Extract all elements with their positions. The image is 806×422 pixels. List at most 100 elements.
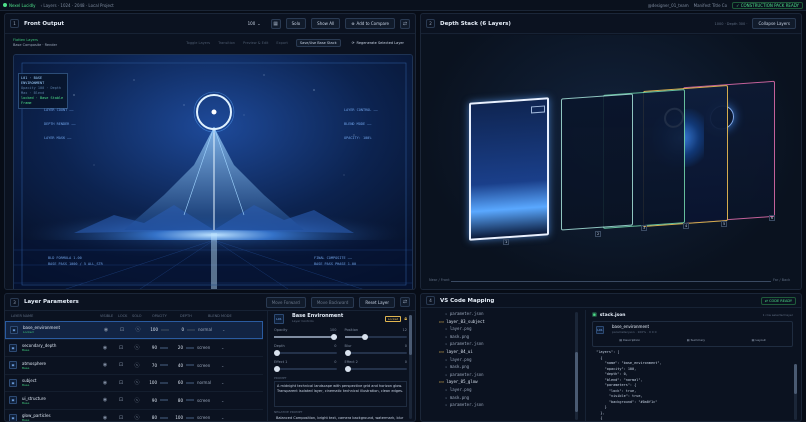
visible-eye-icon[interactable]: ◉ — [98, 327, 114, 333]
depth-viewport[interactable]: 1 2 3 4 5 6 Near / Front Far / Back — [421, 35, 801, 289]
solo-icon[interactable]: ⓢ — [129, 344, 145, 351]
mode-label[interactable]: Manifest Title Co — [694, 3, 727, 8]
action-description[interactable]: ▤ Description — [619, 338, 640, 342]
lock-icon[interactable]: ⊡ — [113, 362, 129, 368]
opacity-value[interactable]: 90 — [145, 398, 157, 403]
blend-mode-select[interactable]: screen — [197, 345, 221, 350]
position-slider[interactable] — [344, 334, 407, 340]
toolbar-item-4[interactable]: Export — [276, 41, 287, 45]
visible-eye-icon[interactable]: ◉ — [97, 345, 113, 351]
depth-value[interactable]: 100 — [171, 415, 183, 420]
render-preview[interactable]: L01 · BASE ENVIRONMENT Opacity 100 · Dept… — [13, 54, 413, 289]
depth-value[interactable]: 80 — [171, 398, 183, 403]
solo-icon[interactable]: ⓢ — [129, 397, 145, 404]
tree-file[interactable]: ▫ parameter.json — [445, 371, 579, 379]
detail-scrollbar[interactable] — [409, 315, 412, 419]
move-forward-button[interactable]: Move Forward — [265, 296, 306, 308]
tree-folder[interactable]: ▸▭ layer_03_subject — [439, 318, 579, 326]
visible-eye-icon[interactable]: ◉ — [97, 415, 113, 421]
blend-mode-select[interactable]: screen — [197, 398, 221, 403]
negative-prompt-text[interactable]: Balanced Composition, bright text, camer… — [274, 414, 407, 421]
depth-value[interactable]: 60 — [171, 380, 183, 385]
solo-icon[interactable]: ⓢ — [129, 414, 145, 421]
visible-eye-icon[interactable]: ◉ — [97, 397, 113, 403]
chevron-down-icon[interactable]: ⌄ — [222, 327, 225, 332]
opacity-value[interactable]: 90 — [145, 345, 157, 350]
depth-slider[interactable] — [274, 350, 337, 356]
tree-file[interactable]: ▫ parameter.json — [445, 401, 579, 409]
tree-file[interactable]: ▫ mask.png — [445, 363, 579, 371]
chevron-down-icon[interactable]: ⌄ — [221, 380, 224, 385]
toolbar-item-3[interactable]: Preview & Edit — [243, 41, 268, 45]
chevron-down-icon[interactable]: ⌄ — [221, 415, 224, 420]
json-code[interactable]: "layers": [ { "name": "base_environment"… — [592, 350, 793, 421]
toolbar-item-2[interactable]: Transition — [218, 41, 235, 45]
opacity-slider[interactable] — [274, 334, 337, 340]
tree-folder[interactable]: ▸▭ layer_05_glow — [439, 378, 579, 386]
effect-1-slider[interactable] — [274, 366, 337, 372]
effect-2-slider[interactable] — [344, 366, 407, 372]
tree-file[interactable]: ▫ parameter.json — [445, 340, 579, 348]
visible-eye-icon[interactable]: ◉ — [97, 380, 113, 386]
solo-icon[interactable]: ⓢ — [129, 362, 145, 369]
chevron-down-icon[interactable]: ⌄ — [221, 363, 224, 368]
lock-icon[interactable]: ⊡ — [113, 397, 129, 403]
opacity-value[interactable]: 100 — [145, 380, 157, 385]
tree-file[interactable]: ▫ mask.png — [445, 394, 579, 402]
tree-file[interactable]: ▫ layer.png — [445, 386, 579, 394]
save-stack-button[interactable]: Save/Use Base Stack — [295, 38, 341, 47]
action-summary[interactable]: ▤ Summary — [687, 338, 705, 342]
lock-icon[interactable]: ⊡ — [113, 345, 129, 351]
lock-icon[interactable]: ⊡ — [113, 415, 129, 421]
layer-row[interactable]: ▣ ui_structure Base ◉ ⊡ ⓢ 90 80 screen ⌄ — [5, 391, 263, 409]
chevron-down-icon[interactable]: ⌄ — [221, 398, 224, 403]
depth-value[interactable]: 20 — [171, 345, 183, 350]
toolbar-item-1[interactable]: Toggle Layers — [186, 41, 210, 45]
opacity-value[interactable]: 80 — [145, 415, 157, 420]
depth-card-3[interactable] — [561, 93, 633, 231]
grid-icon[interactable]: ▦ — [270, 18, 281, 29]
blur-slider[interactable] — [344, 350, 407, 356]
swap-icon[interactable]: ⇄ — [400, 18, 410, 29]
opacity-value[interactable]: 70 — [145, 363, 157, 368]
reset-layer-button[interactable]: Reset Layer — [359, 296, 395, 308]
depth-value[interactable]: 40 — [171, 363, 183, 368]
visible-eye-icon[interactable]: ◉ — [97, 362, 113, 368]
lock-icon[interactable]: ⊡ — [114, 327, 130, 333]
brand[interactable]: Nexel Lucidly — [3, 3, 36, 8]
file-name[interactable]: stack.json — [600, 313, 626, 318]
tree-file[interactable]: ▫ mask.png — [445, 333, 579, 341]
opacity-value[interactable]: 100 — [146, 327, 158, 332]
layer-row[interactable]: ▣ subject Base ◉ ⊡ ⓢ 100 60 normal ⌄ — [5, 373, 263, 392]
depth-card-1[interactable] — [469, 97, 549, 241]
blend-mode-select[interactable]: screen — [197, 415, 221, 420]
solo-button[interactable]: Solo — [285, 18, 307, 29]
tree-file[interactable]: ▫ parameter.json — [445, 310, 579, 318]
solo-icon[interactable]: ⓢ — [130, 326, 146, 333]
breadcrumb[interactable]: ‹ Layers · 1024 · 2048 · Local Project — [41, 3, 114, 8]
collapse-layers-button[interactable]: Collapse Layers — [752, 18, 796, 29]
tree-file[interactable]: ▫ layer.png — [445, 325, 579, 333]
chevron-down-icon[interactable]: ⌄ — [221, 345, 224, 350]
layer-row[interactable]: ▣ base_environment Locked ◉ ⊡ ⓢ 100 0 normal ⌄ — [5, 321, 263, 339]
blend-mode-select[interactable]: normal — [197, 380, 221, 385]
tree-folder[interactable]: ▸▭ layer_04_ui — [439, 348, 579, 356]
tree-file[interactable]: ▫ layer.png — [445, 356, 579, 364]
solo-icon[interactable]: ⓢ — [129, 379, 145, 386]
layer-row[interactable]: ▣ glow_particles Base ◉ ⊡ ⓢ 80 100 screen ⌄ — [5, 408, 263, 421]
depth-value[interactable]: 0 — [172, 327, 184, 332]
blend-mode-select[interactable]: screen — [197, 363, 221, 368]
selected-layer-card[interactable]: L01 base_environment parameter.json · 100… — [592, 321, 793, 347]
layer-row[interactable]: ▣ secondary_depth Base ◉ ⊡ ⓢ 90 20 screen ⌄ — [5, 338, 263, 357]
zoom-select[interactable]: 100 ⌄ — [243, 19, 266, 28]
add-compare-button[interactable]: ⊕ Add to Compare — [345, 18, 395, 29]
show-all-button[interactable]: Show All — [311, 18, 341, 29]
blend-mode-select[interactable]: normal — [198, 327, 222, 332]
lock-icon[interactable]: 🔒︎ — [404, 316, 407, 322]
user-label[interactable]: @designer_01_team — [648, 3, 689, 8]
action-layout[interactable]: ▤ Layout — [752, 338, 766, 342]
lock-icon[interactable]: ⊡ — [113, 380, 129, 386]
tree-scrollbar[interactable] — [575, 312, 578, 420]
regenerate-button[interactable]: ⟳ Regenerate Selected Layer — [349, 40, 407, 46]
swap-icon[interactable]: ⇄ — [400, 297, 410, 307]
